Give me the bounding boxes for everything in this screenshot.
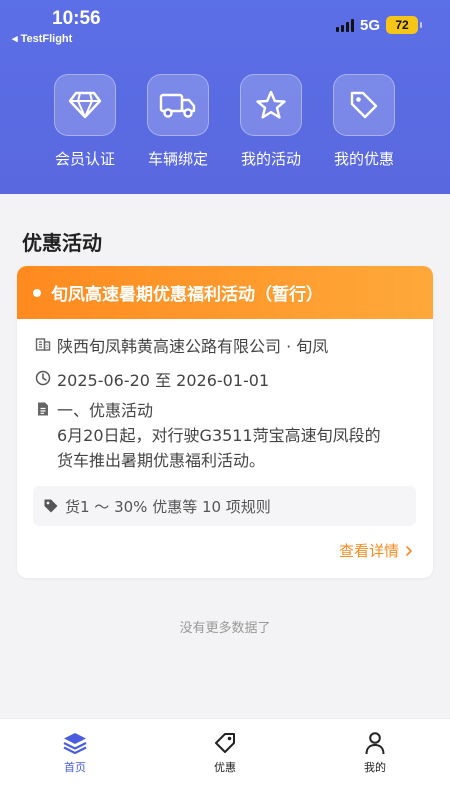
- status-indicators: 5G 72: [335, 16, 422, 34]
- tab-home[interactable]: 首页: [35, 731, 115, 775]
- rules-summary: 货1 ～ 30% 优惠等 10 项规则: [33, 486, 416, 526]
- section-title: 优惠活动: [22, 231, 102, 255]
- status-time: 10:56: [52, 8, 101, 29]
- tab-label: 首页: [64, 761, 86, 774]
- company-name: 陕西旬凤韩黄高速公路有限公司 · 旬凤: [57, 337, 329, 356]
- rules-text: 货1 ～ 30% 优惠等 10 项规则: [65, 497, 271, 516]
- description-line: 一、优惠活动: [57, 401, 154, 420]
- view-details-link[interactable]: 查看详情: [339, 540, 413, 561]
- description-line: 货车推出暑期优惠福利活动。: [57, 451, 266, 470]
- clock-icon: [35, 370, 51, 386]
- quick-action-my-activities[interactable]: 我的活动: [233, 74, 309, 169]
- my-activities-tile[interactable]: [240, 74, 302, 136]
- activity-card-header[interactable]: 旬凤高速暑期优惠福利活动（暂行）: [17, 266, 433, 319]
- user-icon: [365, 732, 385, 755]
- quick-action-membership[interactable]: 会员认证: [47, 74, 123, 169]
- activity-card[interactable]: 旬凤高速暑期优惠福利活动（暂行） 陕西旬凤韩黄高速公路有限公司 · 旬凤 202…: [17, 266, 433, 578]
- view-details-label: 查看详情: [338, 542, 399, 560]
- description-line: 6月20日起，对行驶G3511菏宝高速旬凤段的: [57, 426, 381, 445]
- description-row: 一、优惠活动 6月20日起，对行驶G3511菏宝高速旬凤段的 货车推出暑期优惠福…: [35, 398, 381, 473]
- date-range: 2025-06-20 至 2026-01-01: [57, 371, 270, 390]
- membership-tile[interactable]: [54, 74, 116, 136]
- star-icon: [256, 90, 286, 119]
- home-layers-icon: [63, 733, 87, 755]
- battery-level: 72: [395, 18, 409, 32]
- chevron-right-icon: [406, 545, 412, 556]
- quick-action-vehicle-binding[interactable]: 车辆绑定: [140, 74, 216, 169]
- my-discounts-tile[interactable]: [333, 74, 395, 136]
- back-to-testflight-link[interactable]: ◂ TestFlight: [12, 32, 72, 45]
- no-more-data: 没有更多数据了: [179, 621, 271, 636]
- network-type: 5G: [359, 16, 380, 34]
- tab-profile[interactable]: 我的: [335, 731, 415, 775]
- tag-icon: [215, 733, 235, 753]
- tab-label: 我的: [364, 761, 386, 774]
- company-row: 陕西旬凤韩黄高速公路有限公司 · 旬凤: [35, 333, 328, 357]
- quick-action-label: 我的活动: [240, 150, 301, 168]
- quick-action-label: 会员认证: [54, 150, 115, 168]
- bullet-dot: [33, 288, 41, 297]
- battery-icon: 72: [386, 16, 422, 34]
- tag-icon: [350, 91, 378, 119]
- document-icon: [38, 402, 48, 416]
- quick-action-label: 我的优惠: [333, 150, 394, 168]
- diamond-icon: [68, 91, 102, 119]
- activity-title: 旬凤高速暑期优惠福利活动（暂行）: [51, 285, 323, 305]
- activity-description: 一、优惠活动 6月20日起，对行驶G3511菏宝高速旬凤段的 货车推出暑期优惠福…: [57, 398, 381, 473]
- vehicle-binding-tile[interactable]: [147, 74, 209, 136]
- truck-icon: [159, 93, 196, 118]
- tag-icon: [44, 499, 58, 513]
- header-banner: 10:56 ◂ TestFlight 5G 72 会员认证 车辆绑定 我的活动 …: [0, 0, 450, 194]
- building-icon: [35, 338, 51, 351]
- tab-label: 优惠: [214, 761, 236, 774]
- quick-action-my-discounts[interactable]: 我的优惠: [326, 74, 402, 169]
- date-row: 2025-06-20 至 2026-01-01: [35, 367, 269, 391]
- bottom-tab-bar: 首页 优惠 我的: [0, 718, 450, 800]
- quick-action-label: 车辆绑定: [147, 150, 208, 168]
- signal-icon: [335, 18, 354, 32]
- tab-discounts[interactable]: 优惠: [185, 731, 265, 775]
